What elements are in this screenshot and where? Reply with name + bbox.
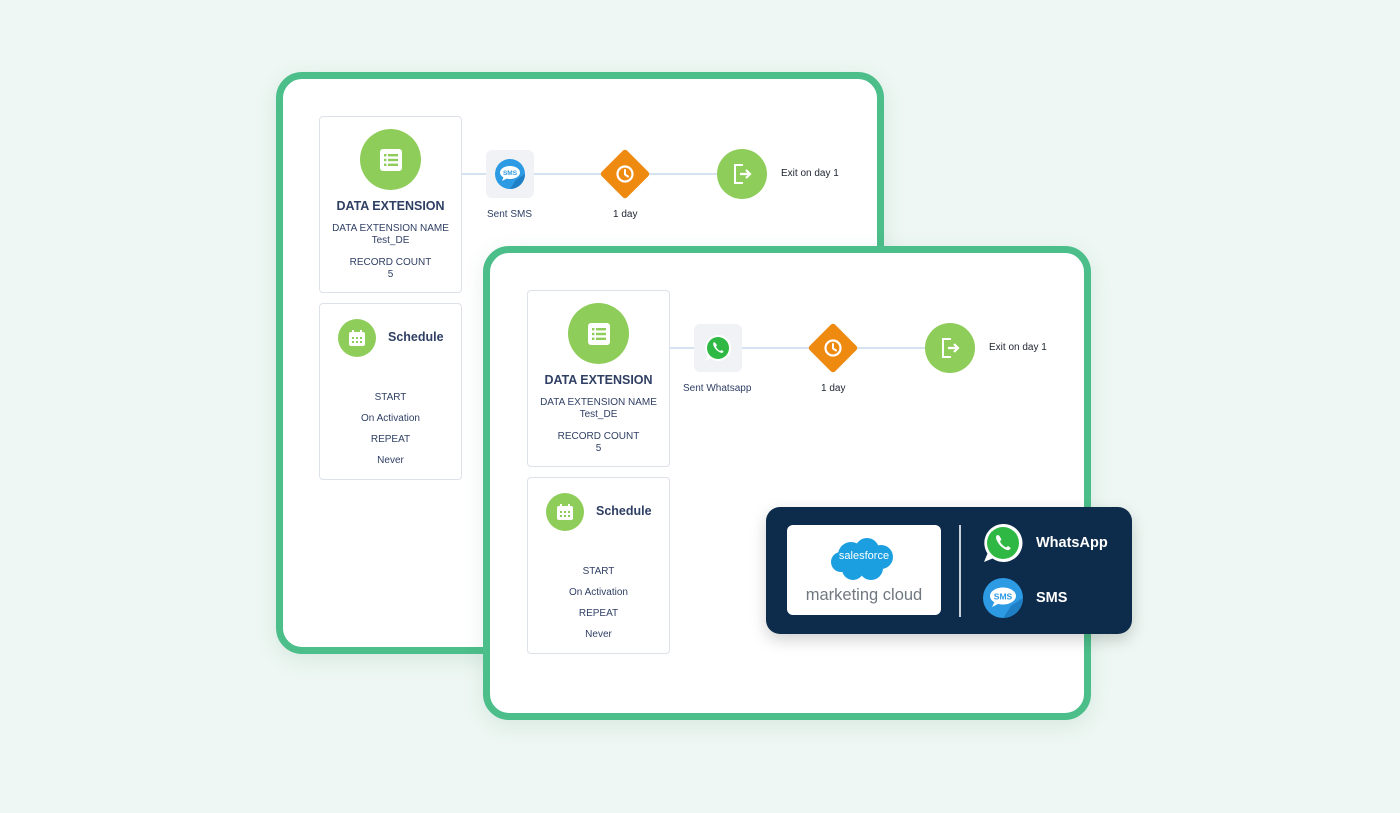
entry-count-value: 5 — [595, 443, 602, 454]
exit-icon — [942, 338, 960, 358]
calendar-icon — [546, 493, 584, 531]
product-word: marketing cloud — [805, 586, 923, 604]
data-extension-card[interactable]: DATA EXTENSION DATA EXTENSION NAME Test_… — [319, 116, 462, 293]
exit-label: Exit on day 1 — [989, 342, 1047, 353]
entry-count-label: RECORD COUNT — [349, 257, 432, 268]
data-extension-card[interactable]: DATA EXTENSION DATA EXTENSION NAME Test_… — [527, 290, 670, 467]
entry-title: DATA EXTENSION — [336, 199, 445, 213]
exit-node[interactable] — [717, 149, 767, 199]
schedule-card[interactable]: Schedule START On Activation REPEAT Neve… — [319, 303, 462, 480]
schedule-title: Schedule — [596, 504, 652, 518]
svg-text:SMS: SMS — [994, 592, 1013, 602]
activity-label: Sent SMS — [487, 209, 533, 220]
schedule-title: Schedule — [388, 330, 444, 344]
brand-word: salesforce — [838, 550, 890, 562]
salesforce-marketing-cloud-logo: salesforce marketing cloud — [787, 525, 941, 615]
schedule-start-label: START — [374, 392, 407, 403]
svg-text:SMS: SMS — [503, 170, 518, 177]
schedule-repeat-value: Never — [585, 629, 612, 640]
schedule-start-value: On Activation — [361, 413, 420, 424]
whatsapp-icon — [705, 334, 732, 361]
schedule-card[interactable]: Schedule START On Activation REPEAT Neve… — [527, 477, 670, 654]
calendar-icon — [338, 319, 376, 357]
badge-divider — [959, 525, 961, 617]
schedule-repeat-label: REPEAT — [578, 608, 619, 619]
activity-label: Sent Whatsapp — [683, 383, 752, 394]
integration-badge: salesforce marketing cloud WhatsApp SMS … — [766, 507, 1132, 634]
channel-label-whatsapp: WhatsApp — [1036, 535, 1108, 551]
schedule-repeat-label: REPEAT — [370, 434, 411, 445]
schedule-repeat-value: Never — [377, 455, 404, 466]
schedule-start-value: On Activation — [569, 587, 628, 598]
exit-node[interactable] — [925, 323, 975, 373]
entry-name-value: Test_DE — [371, 235, 410, 246]
clock-icon — [808, 323, 858, 373]
list-icon — [360, 129, 421, 190]
schedule-start-label: START — [582, 566, 615, 577]
entry-name-value: Test_DE — [579, 409, 618, 420]
sms-icon: SMS — [495, 159, 525, 189]
clock-icon — [600, 149, 650, 199]
journey-canvas-whatsapp: DATA EXTENSION DATA EXTENSION NAME Test_… — [483, 246, 1091, 720]
wait-label: 1 day — [613, 209, 638, 220]
wait-label: 1 day — [821, 383, 846, 394]
entry-title: DATA EXTENSION — [544, 373, 653, 387]
exit-icon — [734, 164, 752, 184]
entry-count-value: 5 — [387, 269, 394, 280]
sent-whatsapp-activity[interactable] — [694, 324, 742, 372]
entry-name-label: DATA EXTENSION NAME — [332, 223, 449, 234]
sms-icon: SMS — [983, 578, 1023, 618]
entry-name-label: DATA EXTENSION NAME — [540, 397, 657, 408]
whatsapp-icon — [984, 523, 1023, 562]
sent-sms-activity[interactable]: SMS — [486, 150, 534, 198]
entry-count-label: RECORD COUNT — [557, 431, 640, 442]
channel-label-sms: SMS — [1036, 590, 1068, 606]
exit-label: Exit on day 1 — [781, 168, 839, 179]
list-icon — [568, 303, 629, 364]
